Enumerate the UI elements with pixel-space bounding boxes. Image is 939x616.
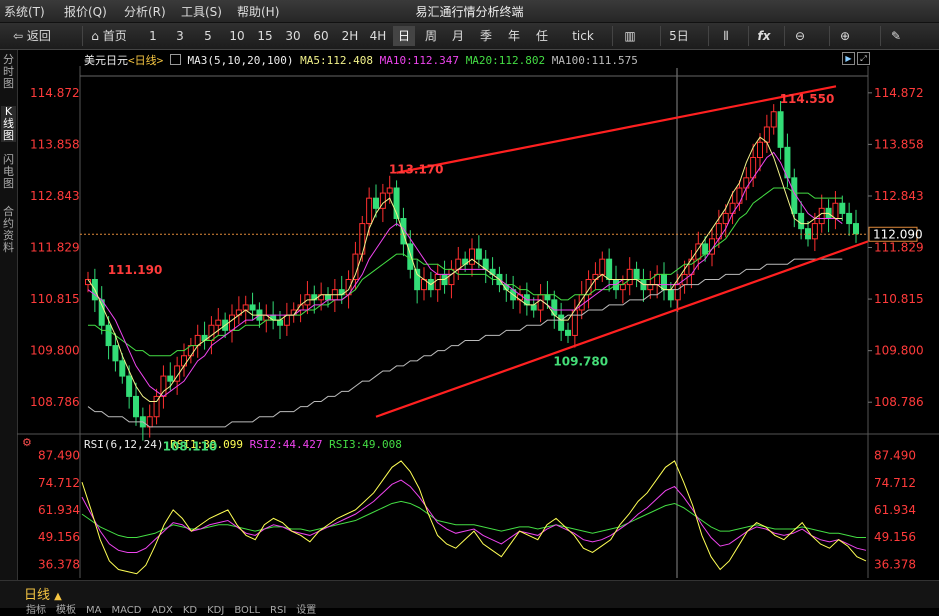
current-price-label: 112.090 bbox=[873, 227, 923, 241]
candle-down bbox=[133, 395, 139, 418]
candle-down bbox=[565, 329, 571, 336]
rsi-axis-label-right: 87.490 bbox=[874, 449, 916, 463]
candle-down bbox=[667, 289, 674, 301]
price-axis-label-right: 112.843 bbox=[874, 189, 924, 203]
indicator-tabs: 指标 模板 MA MACD ADX KD KDJ BOLL RSI 设置 bbox=[26, 601, 326, 616]
rsi-axis-label-left: 36.378 bbox=[38, 557, 80, 571]
price-axis-label-right: 109.800 bbox=[874, 344, 924, 358]
candle-down bbox=[126, 375, 133, 397]
candle-up bbox=[352, 253, 359, 280]
candle-up bbox=[386, 187, 393, 194]
extreme-annotation: 108.110 bbox=[163, 440, 218, 454]
candle-up bbox=[811, 223, 818, 240]
rsi-axis-label-right: 36.378 bbox=[874, 557, 916, 571]
candle-down bbox=[167, 375, 174, 382]
candle-down bbox=[661, 273, 667, 291]
extreme-annotation: 111.190 bbox=[108, 263, 163, 277]
price-axis-label-left: 108.786 bbox=[30, 395, 80, 409]
price-axis-label-left: 113.858 bbox=[30, 137, 80, 151]
price-axis-label-right: 108.786 bbox=[874, 395, 924, 409]
candle-up bbox=[434, 273, 441, 291]
rsi-axis-label-right: 61.934 bbox=[874, 503, 916, 517]
candle-down bbox=[119, 360, 126, 377]
candle-up bbox=[619, 284, 626, 291]
candle-down bbox=[544, 294, 551, 301]
price-axis-label-right: 114.872 bbox=[874, 86, 924, 100]
candle-down bbox=[373, 197, 379, 209]
price-axis-label-right: 113.858 bbox=[874, 137, 924, 151]
price-axis-label-right: 111.829 bbox=[874, 241, 924, 255]
candle-up bbox=[469, 248, 475, 265]
candle-down bbox=[414, 268, 421, 291]
candle-down bbox=[805, 228, 811, 240]
candle-up bbox=[647, 284, 654, 291]
candle-up bbox=[818, 207, 825, 225]
candle-up bbox=[757, 141, 763, 158]
candle-up bbox=[215, 319, 222, 326]
candle-down bbox=[98, 299, 105, 326]
candle-up bbox=[626, 268, 633, 286]
price-axis-label-left: 111.829 bbox=[30, 241, 80, 255]
lower-trendline bbox=[375, 240, 869, 418]
price-chart: 114.872 114.872 113.858 113.858 112.843 112.8… bbox=[17, 66, 939, 578]
extreme-annotation: 113.170 bbox=[389, 162, 444, 176]
price-axis-label-left: 109.800 bbox=[30, 344, 80, 358]
candle-up bbox=[181, 355, 187, 367]
rsi-axis-label-right: 49.156 bbox=[874, 530, 916, 544]
candle-down bbox=[839, 202, 846, 214]
rsi1-line bbox=[81, 460, 867, 575]
candle-down bbox=[633, 268, 640, 281]
rsi2-line bbox=[81, 479, 867, 553]
candle-down bbox=[853, 223, 859, 235]
candle-down bbox=[325, 294, 331, 301]
candle-up bbox=[736, 187, 743, 204]
candle-up bbox=[770, 111, 777, 128]
price-axis-label-left: 110.815 bbox=[30, 292, 80, 306]
rsi-axis-label-left: 61.934 bbox=[38, 503, 80, 517]
price-axis-label-left: 112.843 bbox=[30, 189, 80, 203]
upper-trendline bbox=[396, 85, 837, 174]
candle-up bbox=[763, 126, 770, 143]
bottom-bar: 日线 ▲ 指标 模板 MA MACD ADX KD KDJ BOLL RSI 设置 bbox=[0, 580, 939, 616]
candle-up bbox=[366, 197, 373, 225]
candle-up bbox=[722, 212, 729, 225]
candle-down bbox=[112, 345, 119, 362]
candle-down bbox=[606, 258, 613, 280]
candle-down bbox=[777, 111, 784, 148]
candle-up bbox=[674, 284, 681, 301]
candle-down bbox=[105, 324, 112, 347]
rsi3-line bbox=[81, 500, 866, 539]
candle-down bbox=[475, 248, 482, 260]
rsi-axis-label-left: 87.490 bbox=[38, 449, 80, 463]
candle-up bbox=[242, 304, 249, 311]
candle-down bbox=[249, 304, 256, 311]
price-axis-label-right: 110.815 bbox=[874, 292, 924, 306]
rsi-axis-label-left: 74.712 bbox=[38, 476, 80, 490]
candle-down bbox=[798, 212, 805, 230]
candle-up bbox=[208, 324, 215, 341]
candle-up bbox=[599, 258, 606, 275]
rsi-axis-label-left: 49.156 bbox=[38, 530, 80, 544]
candle-up bbox=[729, 202, 736, 214]
candle-down bbox=[277, 319, 283, 326]
candle-down bbox=[530, 304, 537, 311]
rsi-axis-label-right: 74.712 bbox=[874, 476, 916, 490]
extreme-annotation: 114.550 bbox=[780, 92, 835, 106]
candle-down bbox=[558, 314, 565, 331]
candle-up bbox=[832, 202, 839, 219]
candle-up bbox=[448, 268, 455, 286]
candle-up bbox=[743, 177, 750, 189]
price-axis-label-left: 114.872 bbox=[30, 86, 80, 100]
candle-up bbox=[537, 294, 544, 311]
candle-up bbox=[229, 314, 235, 331]
extreme-annotation: 109.780 bbox=[553, 355, 608, 369]
candle-up bbox=[571, 309, 578, 336]
candle-down bbox=[846, 212, 853, 225]
